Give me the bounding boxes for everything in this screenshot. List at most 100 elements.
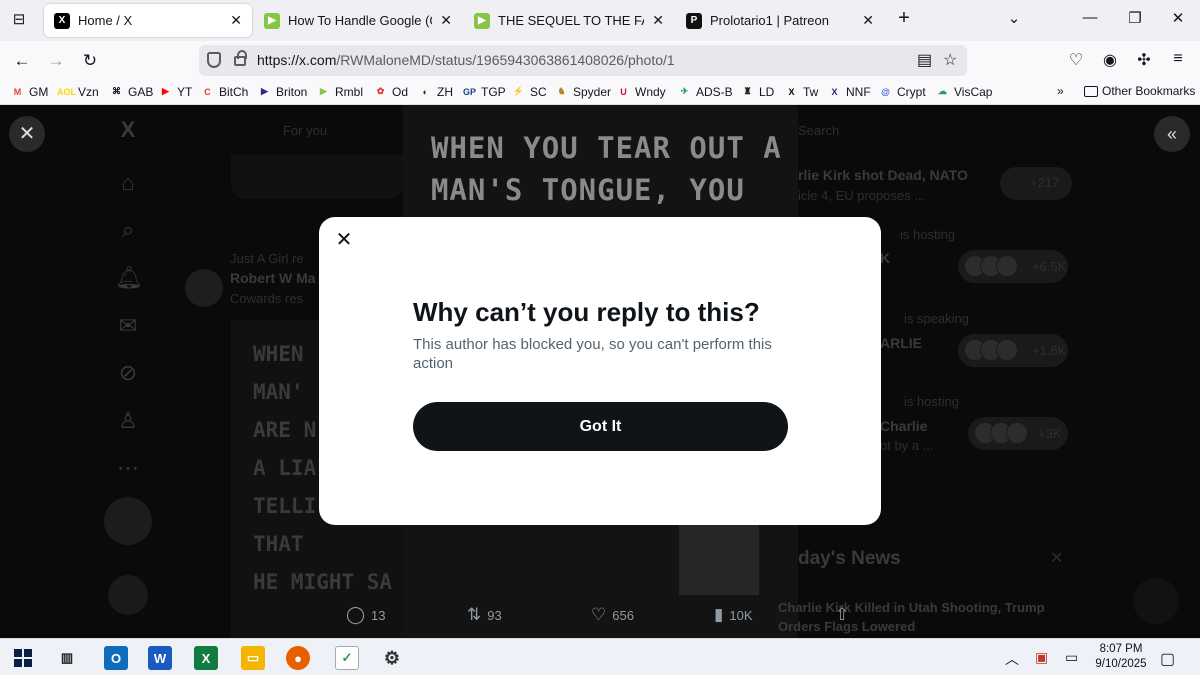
other-bookmarks-folder[interactable]: Other Bookmarks: [1084, 84, 1195, 98]
close-window-icon[interactable]: ✕: [1166, 9, 1190, 27]
reply-button[interactable]: ◯ 13: [346, 605, 386, 625]
bookmark-label: Rmbl: [335, 84, 364, 99]
close-icon[interactable]: ✕: [333, 229, 355, 251]
search-input[interactable]: Search: [798, 123, 839, 138]
collapse-sidebar-icon[interactable]: «: [1154, 116, 1190, 152]
url-bar[interactable]: https://x.com/RWMaloneMD/status/19659430…: [199, 45, 967, 76]
settings-gear-icon[interactable]: ⚙: [380, 646, 404, 670]
reader-view-icon[interactable]: ▤: [917, 50, 932, 70]
bookmark-ads-b[interactable]: ✈ ADS-B: [677, 84, 733, 99]
bookmark-star-icon[interactable]: ☆: [943, 50, 957, 70]
excel-icon[interactable]: X: [194, 646, 218, 670]
space-status: is hosting: [900, 227, 955, 242]
bookmark-bitch[interactable]: C BitCh: [200, 84, 248, 99]
bookmark-nnf[interactable]: X NNF: [827, 84, 870, 99]
x-logo-icon[interactable]: X: [115, 117, 141, 143]
outlook-icon[interactable]: O: [104, 646, 128, 670]
pocket-icon[interactable]: ♡: [1065, 50, 1087, 70]
tweet-image-text-line: HE MIGHT SA: [253, 570, 393, 594]
back-icon[interactable]: ←: [10, 49, 34, 73]
listener-count: +6.5K: [1032, 259, 1067, 274]
close-tab-icon[interactable]: ✕: [440, 12, 452, 29]
tracking-shield-icon[interactable]: [207, 52, 221, 68]
firefox-icon[interactable]: ●: [286, 646, 310, 670]
account-icon[interactable]: ◉: [1099, 50, 1121, 70]
show-hidden-icons-chevron-icon[interactable]: ︿: [1005, 649, 1019, 669]
chevron-down-icon[interactable]: ⌄: [1002, 9, 1026, 27]
tab-list-icon[interactable]: ⊟: [8, 9, 30, 31]
like-button[interactable]: ♡ 656: [591, 605, 634, 625]
bookmark-wndy[interactable]: U Wndy: [616, 84, 665, 99]
notifications-icon[interactable]: 🔔︎: [115, 265, 143, 291]
trend-title[interactable]: rlie Kirk shot Dead, NATO: [798, 167, 968, 183]
more-icon[interactable]: ⋯: [115, 455, 141, 481]
grok-icon[interactable]: ⊘: [115, 360, 141, 386]
restore-icon[interactable]: ❐: [1123, 9, 1147, 27]
lock-icon[interactable]: [234, 50, 247, 66]
close-news-icon[interactable]: ✕: [1050, 548, 1063, 568]
repost-button[interactable]: ⇅ 93: [467, 605, 502, 625]
bookmark-sc[interactable]: ⚡ SC: [511, 84, 547, 99]
document-app-icon[interactable]: ✓: [335, 646, 359, 670]
trend-count-pill[interactable]: +217: [1000, 167, 1072, 200]
bookmark-viscap[interactable]: ☁ VisCap: [935, 84, 992, 99]
reload-icon[interactable]: ↻: [78, 49, 102, 73]
bookmark-briton[interactable]: ▶ Briton: [257, 84, 307, 99]
extensions-icon[interactable]: ✣: [1133, 50, 1155, 70]
bookmark-crypt[interactable]: @ Crypt: [878, 84, 926, 99]
tab-home-x[interactable]: X Home / X ✕: [44, 4, 252, 37]
for-you-tab[interactable]: For you: [283, 123, 327, 138]
bookmark-zh[interactable]: ◐ ZH: [418, 84, 453, 99]
bookmark-yt[interactable]: ▶ YT: [158, 84, 192, 99]
close-tab-icon[interactable]: ✕: [862, 12, 874, 29]
bookmark-gm[interactable]: M GM: [10, 84, 49, 99]
space-listeners-pill[interactable]: +1.6K: [958, 334, 1068, 367]
bookmark-gab[interactable]: ⌘ GAB: [109, 84, 153, 99]
space-title[interactable]: Charlie: [880, 418, 927, 434]
post-button[interactable]: [104, 497, 152, 545]
close-photo-icon[interactable]: ✕: [9, 116, 45, 152]
author-avatar[interactable]: [185, 269, 223, 307]
got-it-button[interactable]: Got It: [413, 402, 788, 451]
forward-icon[interactable]: →: [44, 49, 68, 73]
bookmark-rmbl[interactable]: ▶ Rmbl: [316, 84, 363, 99]
bookmark-ld[interactable]: ♜ LD: [740, 84, 774, 99]
url-text[interactable]: https://x.com/RWMaloneMD/status/19659430…: [257, 52, 675, 68]
bookmark-vzn[interactable]: AOL Vzn: [57, 84, 99, 99]
more-bookmarks-icon[interactable]: »: [1057, 84, 1064, 98]
windows-start-icon[interactable]: [11, 646, 35, 670]
tweet-author[interactable]: Robert W Ma: [230, 270, 316, 286]
space-title[interactable]: ARLIE: [880, 335, 922, 351]
task-view-icon[interactable]: ▥: [55, 646, 79, 670]
close-tab-icon[interactable]: ✕: [230, 12, 242, 29]
bookmark-tgp[interactable]: GP TGP: [462, 84, 506, 99]
bookmark-label: SC: [530, 84, 547, 99]
share-button[interactable]: ⇧: [835, 605, 849, 625]
bookmark-tw[interactable]: X Tw: [784, 84, 818, 99]
new-tab-button[interactable]: +: [892, 7, 916, 30]
file-explorer-icon[interactable]: ▭: [241, 646, 265, 670]
system-clock[interactable]: 8:07 PM 9/10/2025: [1090, 642, 1152, 672]
views-button[interactable]: ▮ 10K: [714, 605, 753, 625]
news-item[interactable]: Charlie Kirk Killed in Utah Shooting, Tr…: [778, 600, 1045, 615]
space-listeners-pill[interactable]: +3K: [968, 417, 1068, 450]
space-title[interactable]: K: [880, 250, 890, 266]
minimize-icon[interactable]: —: [1078, 9, 1102, 26]
grok-float-button[interactable]: [1133, 578, 1179, 624]
notifications-icon[interactable]: ▢: [1160, 649, 1175, 669]
close-tab-icon[interactable]: ✕: [652, 12, 664, 29]
space-listeners-pill[interactable]: +6.5K: [958, 250, 1068, 283]
profile-icon[interactable]: ♙: [115, 408, 141, 434]
home-icon[interactable]: ⌂: [115, 170, 141, 196]
battery-icon[interactable]: ▭: [1065, 649, 1078, 666]
word-icon[interactable]: W: [148, 646, 172, 670]
messages-icon[interactable]: ✉: [115, 313, 141, 339]
tray-app-icon[interactable]: ▣: [1035, 649, 1048, 666]
bookmark-spyder[interactable]: ♞ Spyder: [554, 84, 611, 99]
tab-patreon[interactable]: P Prolotario1 | Patreon ✕: [676, 4, 884, 37]
tab-gmail-video[interactable]: ▶ How To Handle Google (Gmail) ✕: [254, 4, 462, 37]
tab-sequel-video[interactable]: ▶ THE SEQUEL TO THE FALL OF TH ✕: [464, 4, 674, 37]
search-icon[interactable]: ⌕: [115, 217, 141, 243]
bookmark-od[interactable]: ✿ Od: [373, 84, 408, 99]
menu-icon[interactable]: ≡: [1167, 50, 1189, 68]
